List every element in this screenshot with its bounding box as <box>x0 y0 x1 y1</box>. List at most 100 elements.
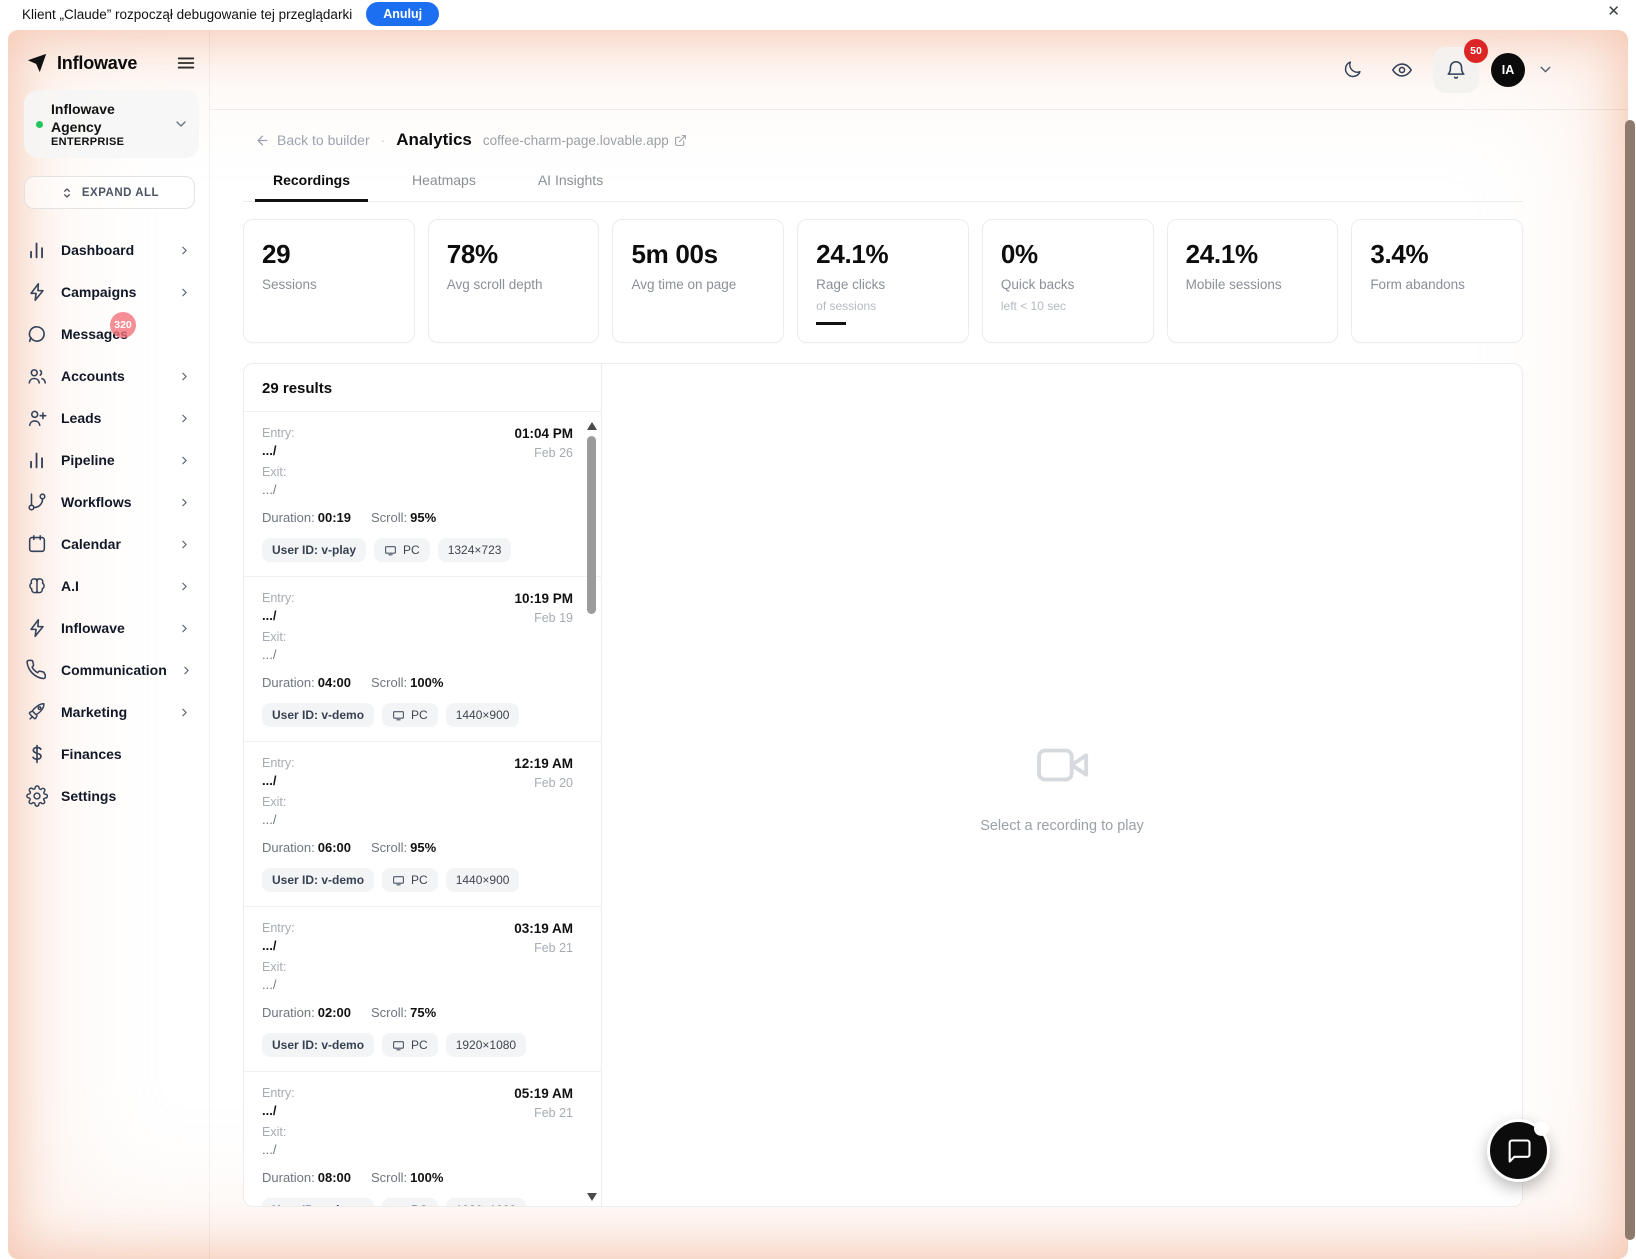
stat-label: Avg time on page <box>631 277 737 292</box>
entry-path: .../ <box>262 773 277 788</box>
unread-count-badge: 320 <box>110 312 136 339</box>
recording-list-item[interactable]: Entry: .../ Exit: .../ 03:19 AM Feb 21 D… <box>244 907 601 1072</box>
tab-heatmaps[interactable]: Heatmaps <box>394 162 494 201</box>
sidebar-item-a-i[interactable]: A.I <box>24 565 199 607</box>
analytics-tabs: Recordings Heatmaps AI Insights <box>243 162 1523 202</box>
cancel-debug-button[interactable]: Anuluj <box>366 2 440 26</box>
site-url-link[interactable]: coffee-charm-page.lovable.app <box>483 133 687 148</box>
back-to-builder-link[interactable]: Back to builder <box>255 132 370 148</box>
sidebar-item-leads[interactable]: Leads <box>24 397 199 439</box>
exit-label: Exit: <box>262 960 287 974</box>
sidebar-logo-row: Inflowave <box>24 44 199 90</box>
monitor-icon <box>392 1204 405 1206</box>
entry-path: .../ <box>262 938 277 953</box>
expand-all-button[interactable]: EXPAND ALL <box>24 176 195 210</box>
resolution-chip: 1440×900 <box>445 868 520 892</box>
sidebar-item-label: Accounts <box>61 368 125 385</box>
bar-chart-icon <box>26 239 48 261</box>
chevron-right-icon <box>180 664 193 677</box>
stat-value: 0% <box>1000 239 1038 269</box>
device-chip: PC <box>382 868 438 892</box>
sidebar-item-finances[interactable]: Finances <box>24 733 199 775</box>
sidebar-item-settings[interactable]: Settings <box>24 775 199 817</box>
stat-card-avg-scroll-depth: 78% Avg scroll depth <box>427 219 600 343</box>
exit-label: Exit: <box>262 795 287 809</box>
recording-list-item[interactable]: Entry: .../ Exit: .../ 12:19 AM Feb 20 D… <box>244 742 601 907</box>
monitor-icon <box>384 544 397 557</box>
notifications-button[interactable]: 50 <box>1433 38 1488 93</box>
rocket-icon <box>26 701 48 723</box>
recording-list-item[interactable]: Entry: .../ Exit: .../ 05:19 AM Feb 21 D… <box>244 1072 601 1206</box>
recording-date: Feb 20 <box>534 776 573 790</box>
entry-label: Entry: <box>262 756 295 770</box>
notification-count-badge: 50 <box>1464 38 1488 63</box>
recording-list-item[interactable]: Entry: .../ Exit: .../ 01:04 PM Feb 26 D… <box>244 412 601 577</box>
brain-icon <box>26 575 48 597</box>
workspace-switcher[interactable]: Inflowave Agency ENTERPRISE <box>24 90 199 159</box>
sidebar-item-messages[interactable]: Messages 320 <box>24 312 199 355</box>
window-scrollbar-thumb[interactable] <box>1625 120 1635 1240</box>
chevron-right-icon <box>178 706 191 719</box>
sidebar-item-dashboard[interactable]: Dashboard <box>24 229 199 271</box>
sidebar-item-label: Inflowave <box>61 620 125 637</box>
chat-widget-button[interactable] <box>1487 1119 1550 1182</box>
sidebar-item-accounts[interactable]: Accounts <box>24 355 199 397</box>
stat-value: 3.4% <box>1370 239 1429 269</box>
recording-list-item[interactable]: Entry: .../ Exit: .../ 10:19 PM Feb 19 D… <box>244 577 601 742</box>
scroll-stat: Scroll: 100% <box>371 1170 444 1185</box>
scroll-stat: Scroll: 95% <box>371 510 437 525</box>
tab-recordings[interactable]: Recordings <box>255 162 369 202</box>
scroll-down-arrow-icon[interactable] <box>587 1193 597 1201</box>
recordings-list: 29 results Entry: .../ Exit: .../ 01:04 … <box>244 364 602 1206</box>
stat-value: 78% <box>446 239 498 269</box>
chevron-right-icon <box>178 538 191 551</box>
workspace-plan: ENTERPRISE <box>51 136 125 149</box>
user-id-chip: User ID: v-demo <box>262 703 375 727</box>
breadcrumb: Back to builder · Analytics coffee-charm… <box>243 126 1628 154</box>
sidebar-item-communication[interactable]: Communication <box>24 649 199 691</box>
scrollbar-thumb[interactable] <box>587 436 596 614</box>
list-scrollbar[interactable] <box>585 420 599 1203</box>
close-icon[interactable]: ✕ <box>1607 2 1620 20</box>
stat-label: Quick backs <box>1000 277 1075 292</box>
sidebar-item-calendar[interactable]: Calendar <box>24 523 199 565</box>
bell-icon <box>1445 59 1467 81</box>
scroll-up-arrow-icon[interactable] <box>587 422 597 430</box>
breadcrumb-separator: · <box>380 132 386 148</box>
moon-icon[interactable] <box>1333 51 1371 89</box>
monitor-icon <box>392 874 405 887</box>
stat-label: Rage clicks <box>816 277 886 292</box>
avatar[interactable]: IA <box>1491 52 1525 87</box>
monitor-icon <box>392 709 405 722</box>
sidebar-nav: Dashboard Campaigns Messages 320 Account… <box>24 229 199 817</box>
recording-date: Feb 26 <box>534 446 573 460</box>
main-area: 50 IA Back to builder · Analytics coffee… <box>210 30 1628 1259</box>
sidebar-item-pipeline[interactable]: Pipeline <box>24 439 199 481</box>
stat-sublabel: left < 10 sec <box>1000 299 1066 313</box>
stat-label: Mobile sessions <box>1185 277 1282 292</box>
duration-stat: Duration: 04:00 <box>262 675 351 690</box>
arrow-left-icon <box>255 133 270 148</box>
recording-time: 05:19 AM <box>514 1086 573 1101</box>
topbar: 50 IA <box>210 30 1628 110</box>
entry-label: Entry: <box>262 591 295 605</box>
eye-icon[interactable] <box>1383 51 1421 89</box>
sidebar-item-label: Dashboard <box>61 242 135 259</box>
recording-time: 01:04 PM <box>514 426 573 441</box>
hamburger-icon[interactable] <box>175 52 197 74</box>
chevron-right-icon <box>178 412 191 425</box>
scroll-stat: Scroll: 75% <box>371 1005 437 1020</box>
chevron-down-icon[interactable] <box>1537 61 1554 78</box>
sidebar-item-workflows[interactable]: Workflows <box>24 481 199 523</box>
stat-card-rage-clicks: 24.1% Rage clicks of sessions <box>797 219 969 343</box>
sidebar-item-marketing[interactable]: Marketing <box>24 691 199 733</box>
recording-date: Feb 19 <box>534 611 573 625</box>
scroll-stat: Scroll: 95% <box>371 840 437 855</box>
entry-label: Entry: <box>262 426 295 440</box>
tab-ai-insights[interactable]: AI Insights <box>520 162 621 201</box>
results-panel: 29 results Entry: .../ Exit: .../ 01:04 … <box>243 363 1523 1207</box>
sidebar-item-inflowave[interactable]: Inflowave <box>24 607 199 649</box>
sidebar-item-campaigns[interactable]: Campaigns <box>24 271 199 313</box>
debug-banner-text: Klient „Claude” rozpoczął debugowanie te… <box>22 6 353 22</box>
dollar-icon <box>26 743 48 765</box>
